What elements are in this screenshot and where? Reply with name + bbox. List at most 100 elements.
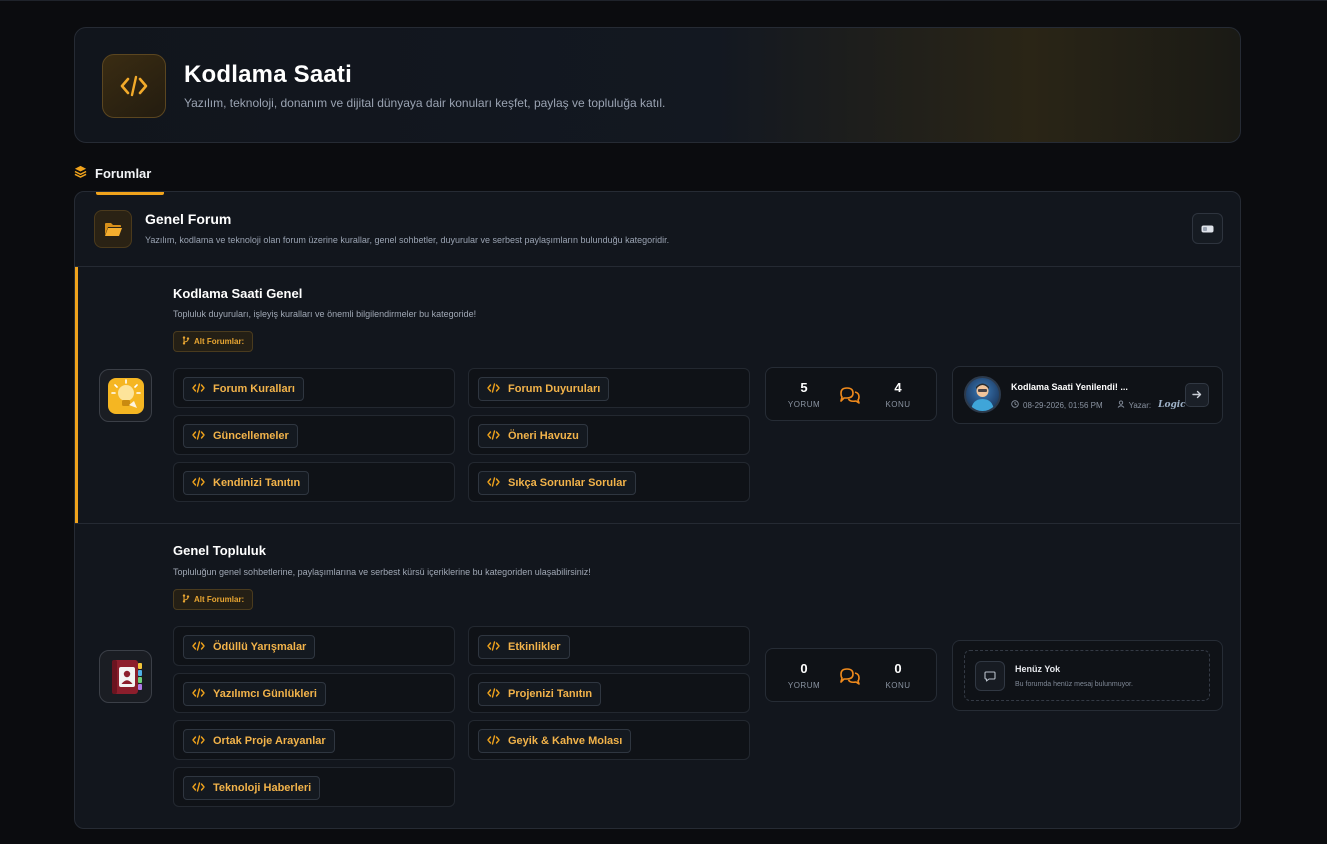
empty-subtitle: Bu forumda henüz mesaj bulunmuyor. [1015, 681, 1133, 688]
code-icon [192, 781, 205, 795]
forum-row: Kodlama Saati Genel Topluluk duyuruları,… [75, 267, 1240, 524]
forum-stats: 0 YORUM 0 KONU [765, 648, 937, 702]
topics-count: 4 [894, 380, 902, 395]
posts-label: YORUM [787, 681, 821, 690]
avatar[interactable] [964, 376, 1001, 413]
subforum-label: Teknoloji Haberleri [213, 782, 312, 794]
last-post-author[interactable]: Logic [1158, 400, 1186, 410]
subforum-link[interactable]: Forum Kuralları [183, 377, 304, 401]
topics-label: KONU [885, 400, 911, 409]
subforum-label: Sıkça Sorunlar Sorular [508, 477, 627, 489]
section-label-text: Forumlar [95, 165, 152, 181]
last-post-card: Kodlama Saati Yenilendi! ... 08-29-2026,… [952, 366, 1223, 424]
subforum-link[interactable]: Etkinlikler [478, 635, 570, 659]
contacts-book-icon [99, 650, 152, 703]
subforum-label: Kendinizi Tanıtın [213, 477, 301, 489]
empty-title: Henüz Yok [1015, 664, 1061, 674]
code-icon [487, 429, 500, 443]
subforum-link[interactable]: Öneri Havuzu [478, 424, 588, 448]
topics-count: 0 [894, 661, 902, 676]
code-icon [192, 734, 205, 748]
subforum-cell: Geyik & Kahve Molası [468, 720, 750, 760]
subforum-cell: Etkinlikler [468, 626, 750, 666]
collapse-toggle-button[interactable] [1192, 213, 1223, 244]
subforum-cell: Forum Duyuruları [468, 368, 750, 408]
chat-bubbles-icon [839, 386, 861, 409]
section-label: Forumlar [74, 165, 151, 181]
code-icon [487, 476, 500, 490]
subforum-cell: Kendinizi Tanıtın [173, 462, 455, 502]
subforum-link[interactable]: Güncellemeler [183, 424, 298, 448]
posts-count: 0 [800, 661, 808, 676]
forum-description: Topluluğun genel sohbetlerine, paylaşıml… [173, 567, 591, 577]
forum-description: Topluluk duyuruları, işleyiş kuralları v… [173, 309, 477, 319]
subforum-label: Ortak Proje Arayanlar [213, 735, 326, 747]
subforum-link[interactable]: Geyik & Kahve Molası [478, 729, 632, 753]
last-post-title[interactable]: Kodlama Saati Yenilendi! ... [1011, 382, 1128, 392]
subforum-label: Ödüllü Yarışmalar [213, 641, 307, 653]
code-icon [192, 476, 205, 490]
folder-icon [94, 210, 132, 248]
subforum-label: Geyik & Kahve Molası [508, 735, 623, 747]
last-post-card: Henüz Yok Bu forumda henüz mesaj bulunmu… [952, 640, 1223, 711]
subforum-cell: Öneri Havuzu [468, 415, 750, 455]
category-panel: Genel Forum Yazılım, kodlama ve teknoloj… [74, 191, 1241, 829]
branch-icon [182, 336, 190, 347]
forum-row: Genel Topluluk Topluluğun genel sohbetle… [75, 524, 1240, 828]
code-icon [192, 429, 205, 443]
subforum-cell: Ödüllü Yarışmalar [173, 626, 455, 666]
subforum-label: Yazılımcı Günlükleri [213, 688, 317, 700]
subforum-cell: Forum Kuralları [173, 368, 455, 408]
subforum-cell: Ortak Proje Arayanlar [173, 720, 455, 760]
subforums-badge: Alt Forumlar: [173, 331, 254, 352]
posts-count: 5 [800, 380, 808, 395]
toggle-icon [1201, 220, 1214, 238]
category-description: Yazılım, kodlama ve teknoloji olan forum… [145, 235, 670, 245]
row-accent-bar [75, 267, 78, 523]
subforum-label: Güncellemeler [213, 430, 289, 442]
subforum-link[interactable]: Yazılımcı Günlükleri [183, 682, 326, 706]
site-header: Kodlama Saati Yazılım, teknoloji, donanı… [74, 27, 1241, 143]
category-title[interactable]: Genel Forum [145, 211, 231, 227]
go-to-last-post-button[interactable] [1185, 383, 1209, 407]
code-icon [192, 382, 205, 396]
subforum-cell: Sıkça Sorunlar Sorular [468, 462, 750, 502]
site-subtitle: Yazılım, teknoloji, donanım ve dijital d… [184, 96, 666, 110]
clock-icon [1011, 400, 1019, 410]
lightbulb-icon [99, 369, 152, 422]
code-icon [487, 687, 500, 701]
subforum-cell: Teknoloji Haberleri [173, 767, 455, 807]
subforum-link[interactable]: Sıkça Sorunlar Sorular [478, 471, 636, 495]
site-title: Kodlama Saati [184, 61, 352, 88]
subforum-link[interactable]: Ortak Proje Arayanlar [183, 729, 335, 753]
subforum-cell: Projenizi Tanıtın [468, 673, 750, 713]
category-header: Genel Forum Yazılım, kodlama ve teknoloj… [75, 192, 1240, 267]
subforums-label: Alt Forumlar: [194, 595, 245, 604]
code-icon [487, 382, 500, 396]
subforum-link[interactable]: Kendinizi Tanıtın [183, 471, 310, 495]
code-icon [487, 734, 500, 748]
subforum-link[interactable]: Ödüllü Yarışmalar [183, 635, 316, 659]
posts-label: YORUM [787, 400, 821, 409]
subforum-cell: Güncellemeler [173, 415, 455, 455]
subforum-label: Forum Kuralları [213, 383, 295, 395]
user-icon [1117, 400, 1125, 410]
chat-bubbles-icon [839, 667, 861, 690]
subforums-badge: Alt Forumlar: [173, 589, 254, 610]
subforum-link[interactable]: Forum Duyuruları [478, 377, 610, 401]
code-icon [192, 687, 205, 701]
subforum-link[interactable]: Teknoloji Haberleri [183, 776, 321, 800]
code-icon [102, 54, 166, 118]
subforums-label: Alt Forumlar: [194, 337, 245, 346]
forum-title[interactable]: Genel Topluluk [173, 543, 266, 558]
layers-icon [74, 165, 87, 181]
empty-state: Henüz Yok Bu forumda henüz mesaj bulunmu… [964, 650, 1210, 701]
subforum-label: Öneri Havuzu [508, 430, 579, 442]
subforum-label: Forum Duyuruları [508, 383, 601, 395]
code-icon [487, 640, 500, 654]
forum-title[interactable]: Kodlama Saati Genel [173, 286, 302, 301]
subforum-link[interactable]: Projenizi Tanıtın [478, 682, 602, 706]
message-icon [975, 661, 1005, 691]
subforum-label: Etkinlikler [508, 641, 561, 653]
code-icon [192, 640, 205, 654]
